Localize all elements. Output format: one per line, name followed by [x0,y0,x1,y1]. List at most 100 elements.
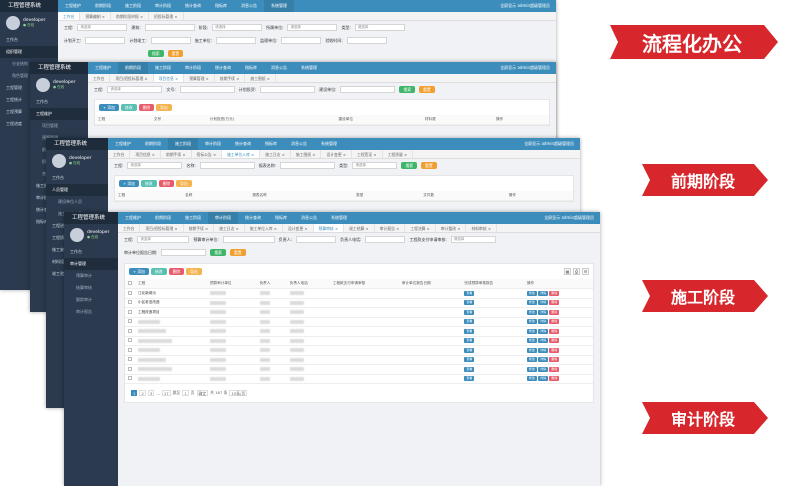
sidebar-item[interactable]: 审计报告 [64,306,118,318]
column-header[interactable]: 类型 [353,191,421,201]
filter-input[interactable] [150,37,191,44]
delete-row-button[interactable]: 删除 [549,357,560,363]
tab[interactable]: 施工日志 × [260,150,291,158]
detail-row-button[interactable]: 详情 [538,328,549,334]
delete-row-button[interactable]: 删除 [549,347,560,353]
filter-input[interactable] [161,249,207,256]
top-menu-item[interactable]: 工程维护 [118,212,148,224]
column-header[interactable]: 工程 [95,115,151,125]
column-header[interactable]: 负责人电话 [286,279,330,289]
page-button[interactable]: 2 [139,390,146,396]
sidebar-item[interactable]: 工作台 [0,34,58,46]
table-row[interactable]: 小区老旧改造 查看 修改 详情 删除 [125,298,593,308]
detail-row-button[interactable]: 详情 [538,347,549,353]
table-row[interactable]: 查看 修改 详情 删除 [125,355,593,365]
delete-button[interactable]: 删除 [158,180,175,187]
edit-row-button[interactable]: 修改 [526,376,537,382]
edit-row-button[interactable]: 修改 [526,319,537,325]
top-menu-item[interactable]: 指标库 [238,62,264,74]
delete-row-button[interactable]: 删除 [549,309,560,315]
tab[interactable]: 材料审核 × [466,224,498,232]
user-menu[interactable]: 全屏显示 admin超级管理员 [524,141,580,147]
page-button[interactable]: 3 [147,390,155,396]
tab[interactable]: 前期手续 × [161,150,192,158]
top-menu-item[interactable]: 施工阶段 [118,0,148,12]
tab[interactable]: 项目信息 × [130,150,161,158]
goto-input[interactable]: 1 [182,390,189,396]
top-menu-item[interactable]: 工程维护 [58,0,88,12]
filter-input[interactable]: 请选择 [354,24,405,31]
tab[interactable]: 施工日志 × [214,224,245,232]
sidebar-item[interactable]: 审计管理 [64,258,118,270]
top-menu-item[interactable]: 消息公告 [284,138,314,150]
add-button[interactable]: + 添加 [119,180,139,187]
tab[interactable]: 工程签证 × [352,150,383,158]
table-row[interactable]: 查看 修改 详情 删除 [125,345,593,356]
sidebar-item[interactable]: 项目管理 [30,120,88,132]
row-checkbox[interactable] [128,357,132,362]
top-menu-item[interactable]: 审计阶段 [198,138,228,150]
top-menu-item[interactable]: 统计查询 [178,0,208,12]
tab[interactable]: 施工图纸 × [245,74,276,82]
edit-row-button[interactable]: 修改 [526,357,537,363]
tab[interactable]: 工作台 [108,150,131,158]
top-menu-item[interactable]: 系统管理 [324,212,354,224]
tab[interactable]: 工作台 [118,224,141,232]
filter-input[interactable]: 请选择 [77,24,128,31]
sidebar-item[interactable]: 跟踪审计 [64,294,118,306]
top-menu-item[interactable]: 指标库 [268,212,294,224]
detail-row-button[interactable]: 详情 [538,309,549,315]
top-menu-item[interactable]: 施工阶段 [148,62,178,74]
detail-row-button[interactable]: 详情 [538,300,549,306]
column-header[interactable]: 操作 [493,115,549,125]
delete-row-button[interactable]: 删除 [549,319,560,325]
sidebar-item[interactable]: 人员管理 [46,184,108,196]
column-header[interactable]: 文件数 [420,191,506,201]
top-menu-item[interactable]: 审计阶段 [208,212,238,224]
detail-row-button[interactable]: 详情 [538,319,549,325]
filter-input[interactable]: 请选择 [352,162,398,169]
top-menu-item[interactable]: 统计查询 [208,62,238,74]
edit-row-button[interactable]: 修改 [526,290,537,296]
table-row[interactable]: 工程改造项目 查看 修改 详情 删除 [125,307,593,318]
top-menu-item[interactable]: 前期阶段 [148,212,178,224]
top-menu-item[interactable]: 施工阶段 [168,138,198,150]
view-report-tag[interactable]: 查看 [464,290,475,296]
tab[interactable]: 施工图纸 × [291,150,322,158]
print-icon[interactable]: ⎙ [573,268,580,275]
column-header[interactable]: 计划投资(万元) [206,115,336,125]
top-menu-item[interactable]: 工程维护 [88,62,118,74]
top-menu-item[interactable]: 系统管理 [314,138,344,150]
grid-icon[interactable]: ▦ [564,268,571,275]
settings-icon[interactable]: ⚙ [582,268,589,275]
delete-row-button[interactable]: 删除 [549,338,560,344]
filter-input[interactable] [179,86,235,93]
delete-row-button[interactable]: 删除 [549,290,560,296]
detail-row-button[interactable]: 详情 [538,290,549,296]
select-all-checkbox[interactable] [128,281,132,285]
column-header[interactable]: 文号 [150,115,207,125]
tab[interactable]: 施工单位入库 × [222,150,261,158]
filter-input[interactable] [296,236,337,243]
filter-input[interactable] [260,86,316,93]
row-checkbox[interactable] [128,300,132,305]
row-checkbox[interactable] [128,376,132,381]
delete-row-button[interactable]: 删除 [549,366,560,372]
column-header[interactable]: 操作 [505,191,573,201]
user-menu[interactable]: 全屏显示 admin超级管理员 [500,65,556,71]
filter-input[interactable]: 请选择 [127,162,183,169]
filter-input[interactable]: 请选择 [137,236,190,243]
edit-button[interactable]: 修改 [120,104,137,111]
delete-row-button[interactable]: 删除 [549,376,560,382]
tab[interactable]: 前期手续 × [215,74,246,82]
search-button[interactable]: 搜索 [148,50,164,57]
row-checkbox[interactable] [128,319,132,324]
filter-input[interactable] [281,37,322,44]
reset-button[interactable]: 重置 [419,86,435,93]
view-report-tag[interactable]: 查看 [464,328,475,334]
filter-input[interactable] [216,37,257,44]
column-header[interactable]: 报表名称 [249,191,354,201]
tab[interactable]: 审计整改 × [436,224,467,232]
add-button[interactable]: + 添加 [129,268,149,275]
tab[interactable]: 预算审核 × [313,224,345,232]
